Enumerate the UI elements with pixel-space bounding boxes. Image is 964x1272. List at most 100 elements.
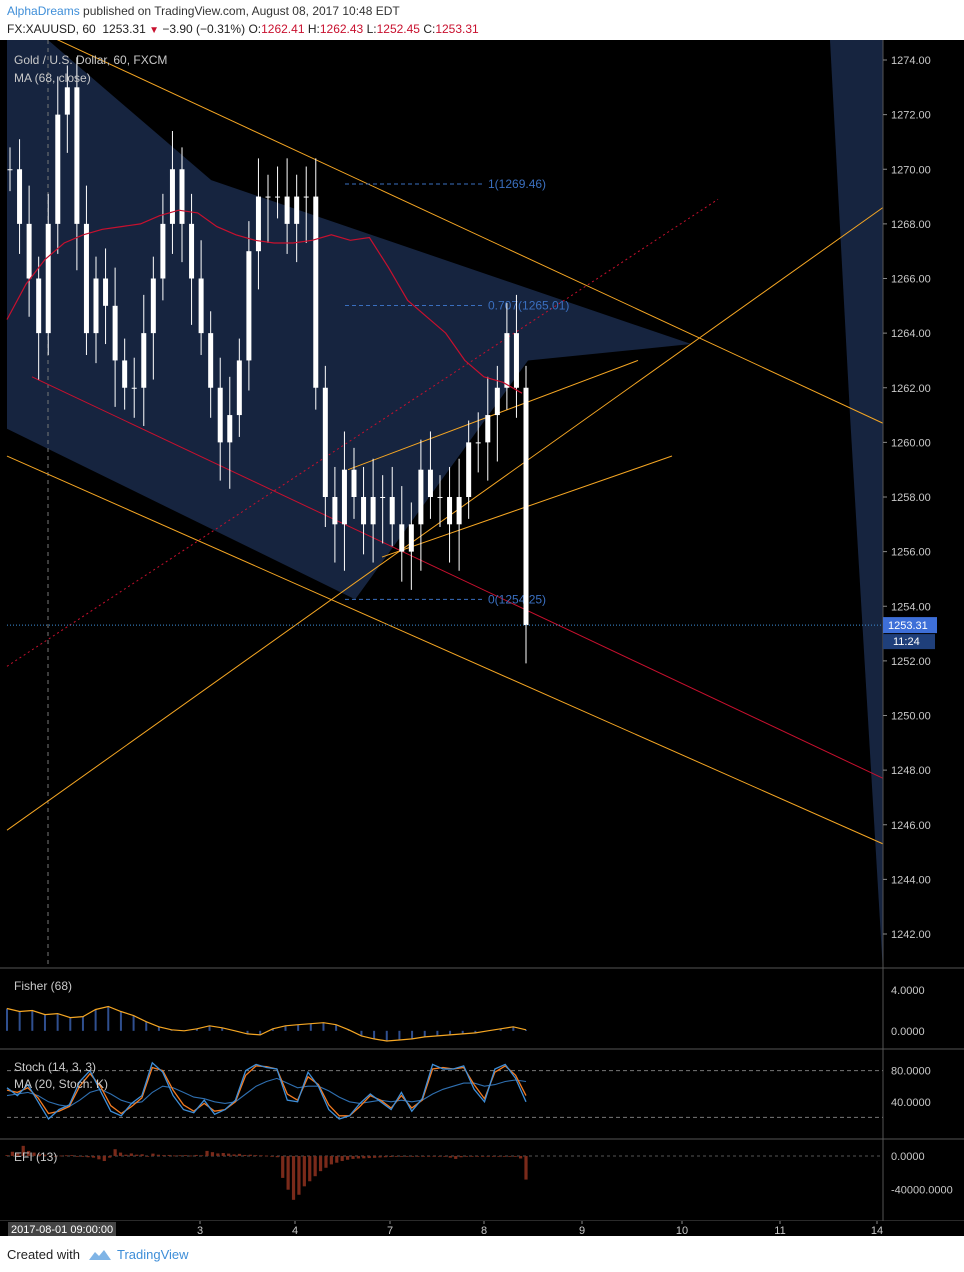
candle-body <box>45 223 51 334</box>
efi-bar <box>145 1155 150 1157</box>
fib-level-label: 0.707(1265.01) <box>488 299 569 313</box>
efi-bar <box>416 1155 420 1157</box>
efi-bar <box>383 1155 388 1158</box>
efi-bar <box>264 1155 269 1157</box>
fisher-title: Fisher (68) <box>14 979 72 993</box>
fib-level-label: 0(1254.25) <box>488 592 546 606</box>
candle-body <box>332 497 338 525</box>
efi-bar <box>248 1154 252 1156</box>
candle-body <box>189 223 195 279</box>
time-tick-label: 3 <box>197 1225 203 1236</box>
symbol-label: FX:XAUUSD, 60 <box>7 22 96 36</box>
efi-bar <box>232 1154 236 1156</box>
candle-body <box>456 497 462 525</box>
efi-bar <box>378 1155 382 1158</box>
candle-body <box>141 333 147 388</box>
candle-body <box>466 442 472 497</box>
author-link[interactable]: AlphaDreams <box>7 4 80 18</box>
efi-bar <box>437 1155 442 1157</box>
candle-body <box>64 87 70 115</box>
efi-bar <box>124 1154 128 1156</box>
efi-bar <box>448 1155 452 1158</box>
efi-bar <box>513 1155 517 1157</box>
efi-bar <box>491 1155 496 1157</box>
candle-body <box>322 387 328 497</box>
low-label: L: <box>366 22 377 36</box>
efi-bar <box>470 1155 474 1157</box>
price-tick-label: 1254.00 <box>891 601 931 613</box>
candle-body <box>74 87 80 224</box>
efi-title: EFI (13) <box>14 1150 57 1164</box>
price-tick-label: 1256.00 <box>891 547 931 559</box>
efi-bar <box>486 1155 490 1157</box>
candle-body <box>246 251 252 361</box>
tradingview-brand-link[interactable]: TradingView <box>117 1247 189 1262</box>
candle-body <box>26 223 32 279</box>
candle-body <box>361 497 367 525</box>
low-value: 1252.45 <box>376 22 420 36</box>
efi-tick-label: 0.0000 <box>891 1151 925 1163</box>
down-arrow-icon: ▼ <box>149 25 160 36</box>
efi-bar <box>237 1153 242 1156</box>
efi-bar <box>497 1155 501 1157</box>
candle-body <box>122 360 128 388</box>
time-tick-label: 8 <box>481 1225 487 1236</box>
close-value: 1253.31 <box>435 22 479 36</box>
efi-bar <box>421 1155 425 1157</box>
price-tick-label: 1250.00 <box>891 711 931 723</box>
time-tick-label: 14 <box>871 1225 883 1236</box>
price-axis[interactable]: 1274.00 1272.00 1270.00 1268.00 1266.00 1264.… <box>882 40 964 1221</box>
candle-body <box>380 497 386 498</box>
efi-bar <box>335 1155 339 1163</box>
ohlc-line: FX:XAUUSD, 60 1253.31 ▼ −3.90 (−0.31%) O… <box>7 22 479 36</box>
efi-bar <box>140 1154 144 1156</box>
last-price-badge-label: 1253.31 <box>888 620 928 632</box>
high-label: H: <box>307 22 320 36</box>
time-axis[interactable]: 2017-08-01 09:00:00 3 4 7 8 9 10 11 14 <box>0 1221 964 1236</box>
efi-bar <box>405 1155 409 1157</box>
candle-body <box>17 169 23 224</box>
efi-bar <box>64 1155 69 1157</box>
efi-bar <box>459 1155 463 1158</box>
efi-tick-label: -40000.0000 <box>891 1185 953 1197</box>
efi-bar <box>254 1155 258 1156</box>
open-value: 1262.41 <box>261 22 305 36</box>
candle-body <box>494 387 500 416</box>
candle-body <box>408 524 414 552</box>
efi-bar <box>410 1155 415 1157</box>
candle-body <box>131 387 137 389</box>
price-tick-label: 1248.00 <box>891 765 931 777</box>
price-tick-label: 1252.00 <box>891 656 931 668</box>
candle-body <box>103 278 109 306</box>
chart-canvas[interactable]: 1(1269.46) 0.707(1265.01) 0(1254.25) Gold … <box>0 40 964 1236</box>
efi-bar <box>75 1155 79 1157</box>
efi-bar <box>427 1155 431 1157</box>
candle-body <box>198 278 204 334</box>
efi-bar <box>481 1155 485 1157</box>
candle-body <box>399 524 405 552</box>
fisher-tick-label: 0.0000 <box>891 1026 925 1038</box>
efi-bar <box>183 1155 188 1157</box>
candle-body <box>208 333 214 388</box>
price-tick-label: 1268.00 <box>891 219 931 231</box>
time-tick-label: 4 <box>292 1225 298 1236</box>
candle-body <box>93 278 99 334</box>
candle-body <box>217 387 223 443</box>
candle-body <box>303 196 309 198</box>
price-tick-label: 1258.00 <box>891 492 931 504</box>
efi-bar <box>172 1155 177 1157</box>
stoch-title: Stoch (14, 3, 3) <box>14 1060 96 1074</box>
countdown-label: 11:24 <box>893 636 920 648</box>
published-text: published on TradingView.com, August 08,… <box>83 4 400 18</box>
efi-bar <box>129 1153 133 1156</box>
efi-bar <box>362 1155 366 1159</box>
price-tick-label: 1242.00 <box>891 929 931 941</box>
efi-bar <box>86 1155 90 1158</box>
efi-bar <box>356 1155 361 1159</box>
efi-bar <box>324 1155 328 1168</box>
efi-bar <box>227 1153 231 1156</box>
ma-indicator-label: MA (68, close) <box>14 71 91 85</box>
efi-bar <box>367 1155 371 1159</box>
price-tick-label: 1270.00 <box>891 164 931 176</box>
candle-body <box>513 333 519 388</box>
